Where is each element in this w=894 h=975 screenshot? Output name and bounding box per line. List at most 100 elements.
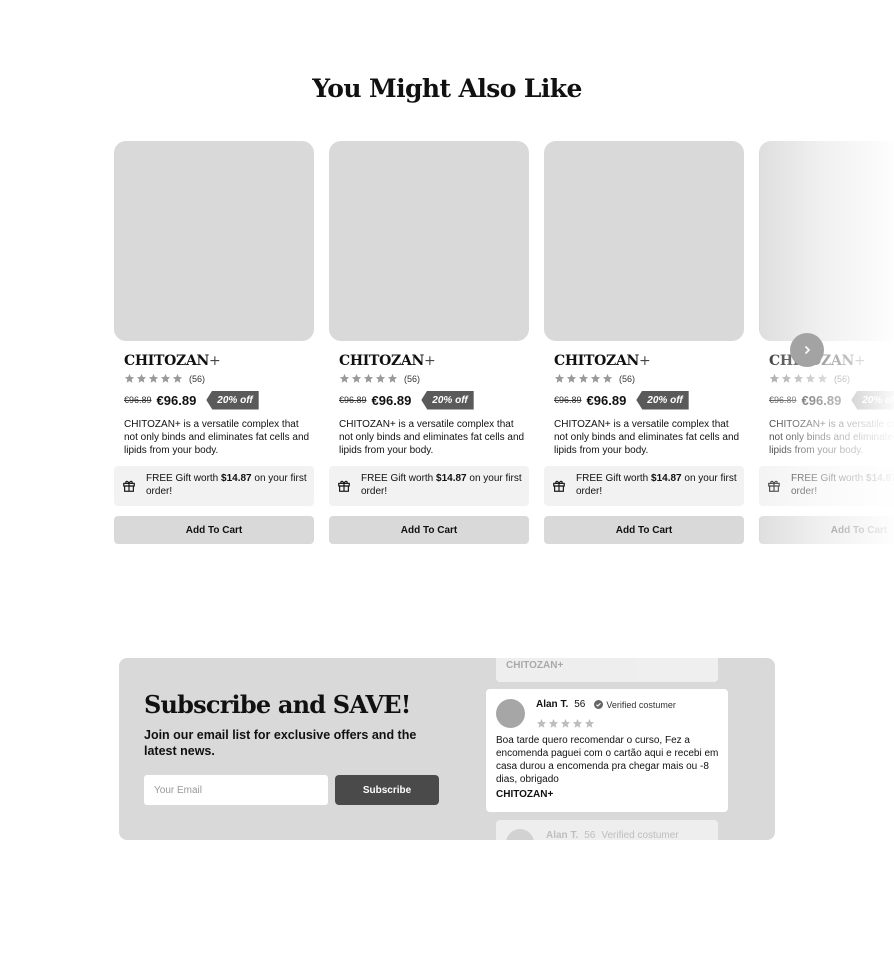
product-description: CHITOZAN+ is a versatile complex that no…: [339, 419, 525, 456]
star-icon: [554, 373, 565, 383]
star-icon: [817, 373, 828, 383]
star-icon: [769, 373, 780, 383]
avatar: [496, 699, 525, 728]
star-icon: [351, 373, 362, 383]
product-description: CHITOZAN+ is a versatile complex that no…: [124, 419, 310, 456]
gift-banner: FREE Gift worth $14.87 on your first ord…: [544, 466, 744, 506]
price-row: €96.89 €96.89 20% off: [339, 390, 474, 410]
chevron-right-icon: [804, 345, 811, 355]
product-carousel[interactable]: CHITOZAN+ (56) €96.89 €96.89 20% off CHI…: [114, 141, 894, 546]
review-count: (56): [189, 373, 206, 384]
add-to-cart-button[interactable]: Add To Cart: [544, 516, 744, 544]
star-icon: [572, 718, 583, 728]
product-rating: (56): [769, 373, 850, 384]
review-count: (56): [619, 373, 636, 384]
star-icon: [136, 373, 147, 383]
review-card: Alan T. 56 Verified costumer Boa tarde q…: [486, 689, 728, 812]
gift-icon: [553, 480, 565, 492]
product-name[interactable]: CHITOZAN+: [124, 353, 221, 369]
rating-stars: [554, 373, 613, 384]
product-card[interactable]: CHITOZAN+ (56) €96.89 €96.89 20% off CHI…: [759, 141, 894, 546]
review-product: CHITOZAN+: [496, 789, 554, 800]
verified-badge: Verified costumer: [594, 700, 676, 710]
discount-badge: 20% off: [636, 390, 689, 410]
review-header: Alan T. 56 Verified costumer: [546, 830, 679, 840]
subscribe-title: Subscribe and SAVE!: [144, 690, 411, 719]
star-icon: [560, 718, 571, 728]
product-image[interactable]: [329, 141, 529, 341]
product-name[interactable]: CHITOZAN+: [339, 353, 436, 369]
avatar: [506, 829, 534, 840]
review-product: CHITOZAN+: [506, 660, 564, 671]
add-to-cart-button[interactable]: Add To Cart: [114, 516, 314, 544]
discount-badge: 20% off: [206, 390, 259, 410]
product-image[interactable]: [759, 141, 894, 341]
rating-stars: [124, 373, 183, 384]
star-icon: [566, 373, 577, 383]
check-circle-icon: [594, 700, 604, 709]
price-row: €96.89 €96.89 20% off: [554, 390, 689, 410]
gift-icon: [338, 480, 350, 492]
subscribe-button[interactable]: Subscribe: [335, 775, 439, 805]
star-icon: [584, 718, 595, 728]
gift-banner: FREE Gift worth $14.87 on your first ord…: [329, 466, 529, 506]
subscribe-section: Subscribe and SAVE! Join our email list …: [119, 658, 775, 840]
star-icon: [363, 373, 374, 383]
gift-text: FREE Gift worth $14.87 on your first ord…: [361, 473, 522, 497]
product-rating: (56): [124, 373, 205, 384]
star-icon: [805, 373, 816, 383]
discount-badge: 20% off: [851, 390, 894, 410]
old-price: €96.89: [554, 395, 582, 405]
gift-banner: FREE Gift worth $14.87 on your first ord…: [114, 466, 314, 506]
gift-icon: [123, 480, 135, 492]
gift-icon: [768, 480, 780, 492]
current-price: €96.89: [586, 392, 627, 408]
product-image[interactable]: [114, 141, 314, 341]
section-title: You Might Also Like: [312, 74, 582, 103]
star-icon: [148, 373, 159, 383]
product-rating: (56): [554, 373, 635, 384]
star-icon: [172, 373, 183, 383]
next-review-card: Alan T. 56 Verified costumer: [496, 820, 718, 840]
previous-review-card: CHITOZAN+: [496, 658, 718, 682]
product-description: CHITOZAN+ is a versatile complex that no…: [769, 419, 894, 456]
star-icon: [602, 373, 613, 383]
star-icon: [536, 718, 547, 728]
star-icon: [375, 373, 386, 383]
star-icon: [548, 718, 559, 728]
old-price: €96.89: [339, 395, 367, 405]
carousel-next-button[interactable]: [790, 333, 824, 367]
subscribe-text: Join our email list for exclusive offers…: [144, 728, 417, 758]
star-icon: [339, 373, 350, 383]
review-body: Boa tarde quero recomendar o curso, Fez …: [496, 735, 719, 785]
current-price: €96.89: [801, 392, 842, 408]
product-card[interactable]: CHITOZAN+ (56) €96.89 €96.89 20% off CHI…: [114, 141, 314, 546]
product-card[interactable]: CHITOZAN+ (56) €96.89 €96.89 20% off CHI…: [329, 141, 529, 546]
star-icon: [160, 373, 171, 383]
review-count: (56): [834, 373, 851, 384]
gift-text: FREE Gift worth $14.87 on your first ord…: [146, 473, 307, 497]
price-row: €96.89 €96.89 20% off: [769, 390, 894, 410]
review-count: (56): [404, 373, 421, 384]
star-icon: [124, 373, 135, 383]
gift-text: FREE Gift worth $14.87 on your first ord…: [576, 473, 737, 497]
current-price: €96.89: [371, 392, 412, 408]
rating-stars: [769, 373, 828, 384]
add-to-cart-button[interactable]: Add To Cart: [759, 516, 894, 544]
discount-badge: 20% off: [421, 390, 474, 410]
gift-text: FREE Gift worth $14.87 on your first ord…: [791, 473, 894, 497]
product-image[interactable]: [544, 141, 744, 341]
old-price: €96.89: [124, 395, 152, 405]
product-card[interactable]: CHITOZAN+ (56) €96.89 €96.89 20% off CHI…: [544, 141, 744, 546]
star-icon: [781, 373, 792, 383]
rating-stars: [339, 373, 398, 384]
product-rating: (56): [339, 373, 420, 384]
add-to-cart-button[interactable]: Add To Cart: [329, 516, 529, 544]
review-stars: [536, 718, 595, 729]
review-author: Alan T.: [536, 699, 569, 710]
review-header: Alan T. 56 Verified costumer: [536, 699, 676, 710]
product-description: CHITOZAN+ is a versatile complex that no…: [554, 419, 740, 456]
price-row: €96.89 €96.89 20% off: [124, 390, 259, 410]
email-input[interactable]: [144, 775, 328, 805]
product-name[interactable]: CHITOZAN+: [554, 353, 651, 369]
